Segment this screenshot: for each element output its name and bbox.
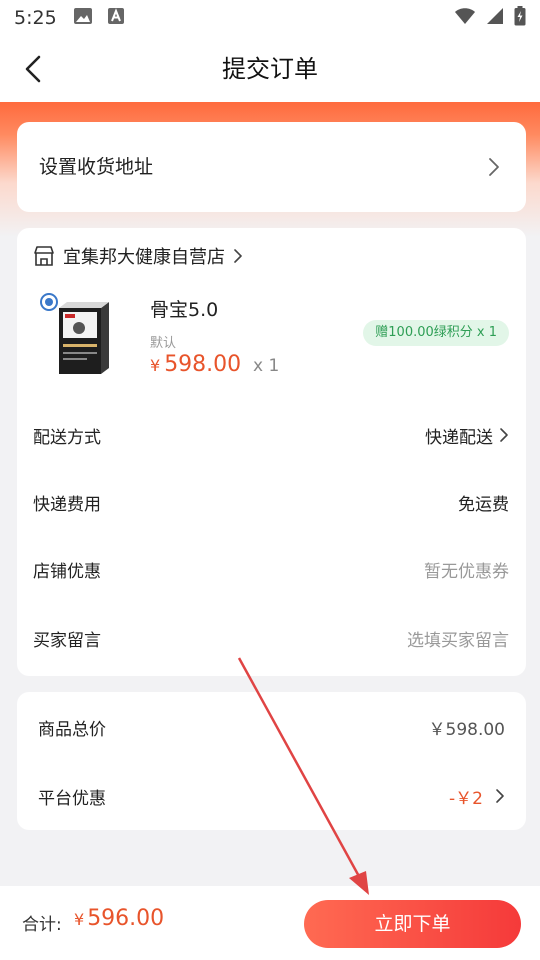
delivery-method-value: 快递配送 [425,427,493,448]
shop-icon [33,245,55,267]
chevron-right-icon [488,157,500,181]
row-label: 快递费用 [33,494,101,515]
image-icon [73,7,93,30]
buyer-message-row[interactable]: 买家留言 选填买家留言 [33,618,509,658]
row-label: 商品总价 [38,719,106,740]
title-bar: 提交订单 [0,36,540,102]
shop-name: 宜集邦大健康自营店 [63,247,225,268]
order-card: 宜集邦大健康自营店 骨宝5.0 默认 ¥ 598.00 x 1 赠100.00绿… [17,228,526,676]
status-time: 5:25 [14,7,57,29]
platform-discount-value: -￥2 [449,788,483,809]
chevron-right-icon [499,427,509,443]
submit-order-button[interactable]: 立即下单 [304,900,521,948]
total-label: 合计: [22,915,62,935]
shipping-fee-value: 免运费 [458,494,509,515]
page-title: 提交订单 [222,55,318,83]
product-name: 骨宝5.0 [150,299,219,321]
wifi-icon [454,7,476,30]
price-value: 598.00 [164,352,242,377]
store-coupon-row[interactable]: 店铺优惠 暂无优惠券 [33,549,509,589]
chevron-right-icon [495,788,505,804]
product-image[interactable] [37,290,125,380]
battery-icon [514,5,526,31]
currency-symbol: ¥ [150,356,161,375]
signal-icon [486,7,504,30]
row-label: 平台优惠 [38,788,106,809]
delivery-method-row[interactable]: 配送方式 快递配送 [33,415,509,455]
total-value: 596.00 [87,906,165,931]
platform-discount-row[interactable]: 平台优惠 -￥2 [38,776,505,816]
goods-total-value: ￥598.00 [428,719,505,740]
address-card[interactable]: 设置收货地址 [17,122,526,212]
product-price: ¥ 598.00 [150,352,241,377]
status-bar: 5:25 [0,0,540,36]
product-spec: 默认 [150,336,177,351]
buyer-message-input[interactable]: 选填买家留言 [407,626,509,651]
currency-symbol: ¥ [74,910,85,929]
address-label: 设置收货地址 [39,156,154,178]
chevron-right-icon [233,248,243,264]
bottom-bar: 合计: ¥ 596.00 立即下单 [0,886,540,960]
product-quantity: x 1 [253,356,280,376]
a-icon [107,7,125,30]
store-coupon-value: 暂无优惠券 [424,561,509,582]
goods-total-row: 商品总价 ￥598.00 [38,707,505,747]
row-value: -￥2 [449,784,505,809]
gift-badge: 赠100.00绿积分 x 1 [363,320,509,346]
row-value: 快递配送 [425,423,509,448]
row-label: 配送方式 [33,427,101,448]
row-label: 买家留言 [33,630,101,651]
row-label: 店铺优惠 [33,561,101,582]
total-price: ¥ 596.00 [74,906,164,931]
shop-row[interactable]: 宜集邦大健康自营店 [33,236,243,276]
price-summary-card: 商品总价 ￥598.00 平台优惠 -￥2 [17,692,526,830]
shipping-fee-row: 快递费用 免运费 [33,482,509,522]
